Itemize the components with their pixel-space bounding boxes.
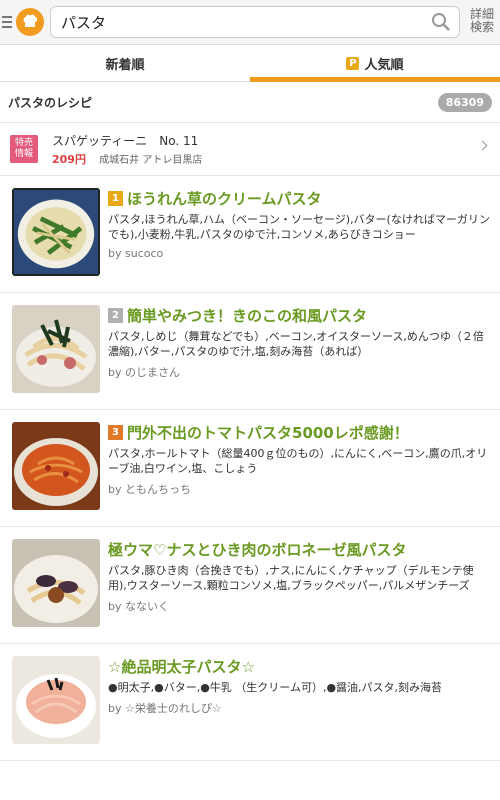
recipe-author[interactable]: by ともんちっち — [108, 481, 492, 497]
tab-popular[interactable]: P 人気順 — [250, 45, 500, 82]
recipe-title[interactable]: 門外不出のトマトパスタ5000レポ感謝！ — [127, 422, 409, 443]
menu-icon[interactable] — [2, 16, 12, 28]
recipe-title[interactable]: 極ウマ♡ナスとひき肉のボロネーゼ風パスタ — [108, 539, 406, 560]
recipe-item[interactable]: 2 簡単やみつき！きのこの和風パスタ パスタ,しめじ（舞茸などでも）,ベーコン,… — [0, 293, 500, 410]
sale-price: 209円 — [52, 152, 86, 166]
search-icon[interactable] — [431, 12, 451, 32]
chevron-right-icon — [477, 140, 488, 151]
advanced-search-label-2: 検索 — [469, 20, 494, 34]
recipe-author[interactable]: by sucoco — [108, 247, 492, 260]
sale-info-badge: 特売 情報 — [10, 135, 38, 163]
results-count-badge: 86309 — [437, 92, 492, 112]
rank-2-icon: 2 — [108, 308, 123, 323]
sale-product-name: スパゲッティーニ No. 11 — [52, 133, 199, 148]
sort-tabs: 新着順 P 人気順 — [0, 45, 500, 82]
recipe-author[interactable]: by なないく — [108, 598, 492, 614]
recipe-thumbnail[interactable] — [12, 539, 100, 627]
recipe-title[interactable]: ほうれん草のクリームパスタ — [127, 188, 322, 209]
search-box[interactable] — [50, 6, 460, 38]
sale-badge-line1: 特売 — [14, 138, 33, 148]
recipe-item[interactable]: 3 門外不出のトマトパスタ5000レポ感謝！ パスタ,ホールトマト（総量400ｇ… — [0, 410, 500, 527]
recipe-thumbnail[interactable] — [12, 305, 100, 393]
recipe-item[interactable]: ☆絶品明太子パスタ☆ ●明太子,●バター,●牛乳 （生クリーム可）,●醤油,パス… — [0, 644, 500, 761]
recipe-author[interactable]: by ☆栄養士のれしぴ☆ — [108, 700, 492, 716]
advanced-search-button[interactable]: 詳細 検索 — [470, 8, 494, 34]
recipe-title[interactable]: 簡単やみつき！きのこの和風パスタ — [127, 305, 367, 326]
recipe-item[interactable]: 1 ほうれん草のクリームパスタ パスタ,ほうれん草,ハム（ベーコン・ソーセージ)… — [0, 176, 500, 293]
tab-newest-label: 新着順 — [105, 57, 145, 73]
premium-p-icon: P — [346, 56, 360, 70]
recipe-ingredients: パスタ,豚ひき肉（合挽きでも）,ナス,にんにく,ケチャップ（デルモンテ使用),ウ… — [108, 564, 474, 592]
results-header: パスタのレシピ 86309 — [0, 82, 500, 123]
tab-newest[interactable]: 新着順 — [0, 45, 250, 81]
cookpad-logo-icon[interactable] — [16, 8, 44, 36]
recipe-ingredients: ●明太子,●バター,●牛乳 （生クリーム可）,●醤油,パスタ,刻み海苔 — [108, 681, 443, 694]
recipe-ingredients: パスタ,ほうれん草,ハム（ベーコン・ソーセージ),バター(なければマーガリンでも… — [108, 213, 490, 241]
tab-popular-label: 人気順 — [364, 57, 404, 73]
sale-badge-line2: 情報 — [14, 149, 33, 159]
recipe-title[interactable]: ☆絶品明太子パスタ☆ — [108, 656, 255, 677]
recipe-ingredients: パスタ,しめじ（舞茸などでも）,ベーコン,オイスターソース,めんつゆ（２倍濃縮)… — [108, 330, 484, 358]
recipe-item[interactable]: 極ウマ♡ナスとひき肉のボロネーゼ風パスタ パスタ,豚ひき肉（合挽きでも）,ナス,… — [0, 527, 500, 644]
sale-info-row[interactable]: 特売 情報 スパゲッティーニ No. 11 209円 成城石井 アトレ目黒店 — [0, 123, 500, 176]
results-title: パスタのレシピ — [8, 95, 93, 110]
recipe-thumbnail[interactable] — [12, 422, 100, 510]
top-bar: 詳細 検索 — [0, 0, 500, 45]
search-input[interactable] — [59, 12, 431, 32]
recipe-ingredients: パスタ,ホールトマト（総量400ｇ位のもの）,にんにく,ベーコン,鷹の爪,オリー… — [108, 447, 488, 475]
recipe-thumbnail[interactable] — [12, 656, 100, 744]
recipe-thumbnail[interactable] — [12, 188, 100, 276]
sale-store: 成城石井 アトレ目黒店 — [99, 154, 203, 166]
rank-3-icon: 3 — [108, 425, 123, 440]
rank-1-icon: 1 — [108, 191, 123, 206]
recipe-author[interactable]: by のじまさん — [108, 364, 492, 380]
